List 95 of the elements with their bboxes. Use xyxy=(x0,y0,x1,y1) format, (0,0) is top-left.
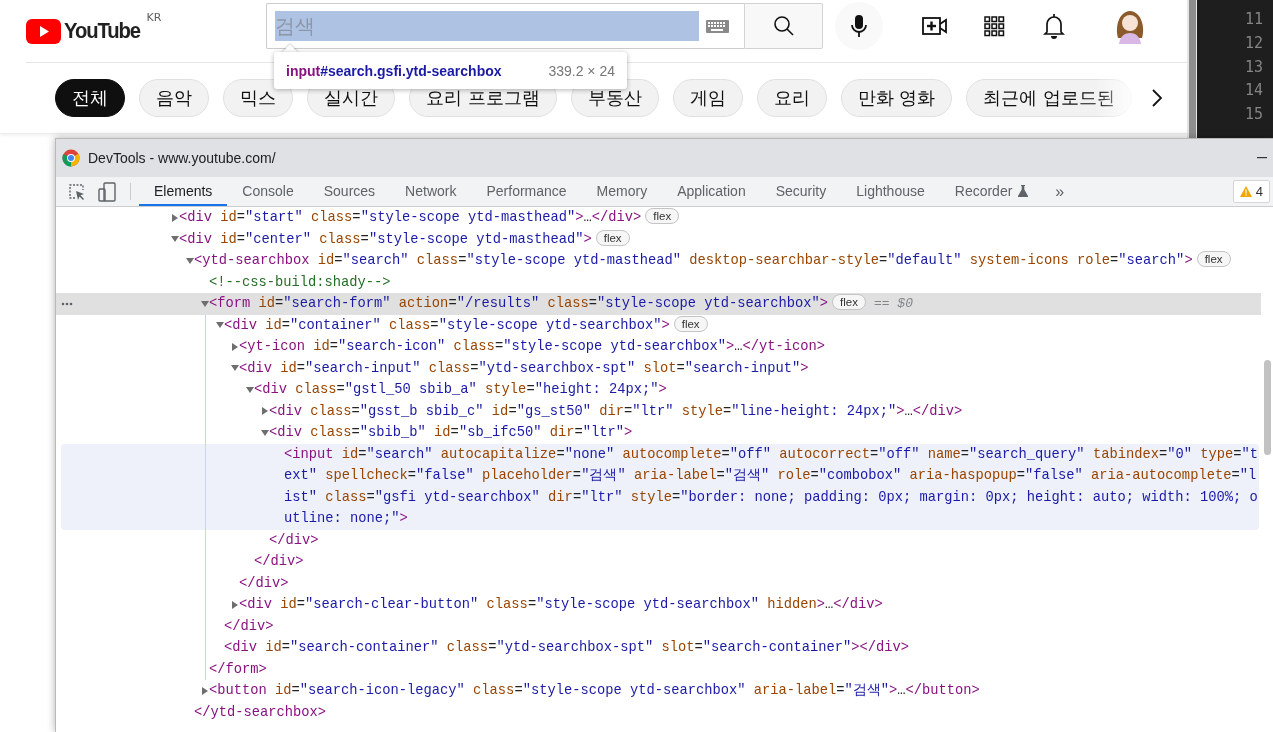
node-markup: <form id="search-form" action="/results" class="style-scope ytd-searchbox"> xyxy=(209,296,828,311)
warning-icon xyxy=(1239,186,1252,197)
closing-tag: </div> xyxy=(239,575,289,591)
node-markup: <input id="search" autocapitalize="none" autocomplete="off" autocorrect="off" name="search_query" tabindex="0" type="text" spellcheck="false" placeholder="검색" aria-label="검색" role="combobox" aria-haspopup="false" aria-autocomplete="list" class="gsfi ytd-searchbox" dir="ltr" style="border: none; padding: 0px; margin: 0px; height: auto; width: 100%; outline: none;"> xyxy=(284,446,1258,526)
flex-badge[interactable]: flex xyxy=(595,229,630,246)
country-code: KR xyxy=(146,11,162,24)
devtools-tab[interactable]: Security xyxy=(760,177,842,206)
tree-row[interactable]: <div id="center" class="style-scope ytd-masthead"> flex xyxy=(56,228,1261,250)
category-chip[interactable]: 최근에 업로드된 xyxy=(966,79,1133,117)
node-markup: <div class="gsst_b sbib_c" id="gs_st50" dir="ltr" style="line-height: 24px;">…</div> xyxy=(269,403,963,419)
expanded-triangle-icon[interactable] xyxy=(231,364,239,373)
minimize-icon[interactable] xyxy=(1257,157,1267,159)
collapsed-triangle-icon[interactable] xyxy=(231,600,239,609)
category-chip[interactable]: 요리 xyxy=(756,79,827,117)
devtools-tab[interactable]: Memory xyxy=(581,177,663,206)
flask-icon xyxy=(1018,184,1029,197)
devices-icon xyxy=(98,181,118,202)
closing-tag: </form> xyxy=(209,661,267,677)
node-markup: <ytd-searchbox id="search" class="style-scope ytd-masthead" desktop-searchbar-style="default" system-icons role="search"> xyxy=(194,253,1193,268)
search-icon xyxy=(771,14,796,38)
node-markup: <div id="start" class="style-scope ytd-masthead">…</div> xyxy=(179,210,642,225)
devtools-tab[interactable]: Lighthouse xyxy=(841,177,940,206)
node-markup: <button id="search-icon-legacy" class="style-scope ytd-searchbox" aria-label="검색">…</button> xyxy=(209,683,980,698)
expanded-triangle-icon[interactable] xyxy=(246,385,254,394)
node-markup: <div id="search-input" class="ytd-searchbox-spt" slot="search-input"> xyxy=(239,360,809,376)
devtools-tab[interactable]: Application xyxy=(662,177,761,206)
node-markup: <div id="center" class="style-scope ytd-masthead"> xyxy=(179,231,592,247)
window-title: DevTools - www.youtube.com/ xyxy=(88,150,276,166)
warnings-counter[interactable]: 4 xyxy=(1232,180,1270,203)
closing-tag: </div> xyxy=(224,618,274,634)
expanded-triangle-icon[interactable] xyxy=(261,428,269,437)
closing-tag: </ytd-searchbox> xyxy=(194,704,327,720)
console-reference: == $0 xyxy=(873,296,913,311)
devtools-tab[interactable]: Elements xyxy=(139,177,228,206)
flex-badge[interactable]: flex xyxy=(832,294,866,310)
category-chip[interactable]: 만화 영화 xyxy=(840,79,953,117)
voice-search-button[interactable] xyxy=(835,2,883,50)
chevron-right-icon[interactable] xyxy=(1152,89,1162,107)
category-chip[interactable]: 게임 xyxy=(672,79,743,117)
collapsed-triangle-icon[interactable] xyxy=(171,213,179,222)
tree-row[interactable]: <!--css-build:shady--> xyxy=(56,271,1261,293)
category-chip[interactable]: 음악 xyxy=(139,79,209,117)
devtools-tab[interactable]: Sources xyxy=(308,177,391,206)
video-camera-plus-icon xyxy=(922,16,948,36)
tree-row[interactable] xyxy=(61,443,1259,530)
tree-row[interactable]: <button id="search-icon-legacy" class="style-scope ytd-searchbox" aria-label="검색">…</button> xyxy=(56,680,1261,702)
element-selector: input#search.gsfi.ytd-searchbox xyxy=(286,62,502,79)
grid-icon xyxy=(983,15,1005,37)
node-markup: <div class="gstl_50 sbib_a" style="height: 24px;"> xyxy=(254,382,667,397)
node-markup: <div id="search-clear-button" class="style-scope ytd-searchbox" hidden>…</div> xyxy=(239,597,883,612)
logo-text[interactable]: YouTube xyxy=(64,18,140,44)
play-logo-icon xyxy=(26,18,61,44)
devtools-tab[interactable]: Recorder xyxy=(939,177,1044,206)
category-chip[interactable]: 믹스 xyxy=(223,79,293,117)
closing-tag: </div> xyxy=(254,554,304,569)
flex-badge[interactable]: flex xyxy=(1196,251,1231,267)
node-markup: <yt-icon id="search-icon" class="style-scope ytd-searchbox">…</yt-icon> xyxy=(239,339,825,354)
element-size: 339.2 × 24 xyxy=(548,62,615,79)
scrollbar-thumb[interactable] xyxy=(1263,360,1271,455)
search-button[interactable] xyxy=(744,3,823,49)
microphone-icon xyxy=(851,14,867,38)
expanded-triangle-icon[interactable] xyxy=(171,235,179,244)
keyboard-icon xyxy=(706,19,729,33)
line-number: 14 xyxy=(1244,80,1263,102)
tree-row[interactable]: <div id="start" class="style-scope ytd-masthead">…</div> flex xyxy=(56,207,1261,229)
node-markup: <div class="sbib_b" id="sb_ifc50" dir="ltr"> xyxy=(269,425,633,440)
search-field[interactable]: 검색 xyxy=(266,3,744,49)
node-markup: <!--css-build:shady--> xyxy=(209,274,391,290)
line-number: 13 xyxy=(1244,56,1263,78)
expanded-triangle-icon[interactable] xyxy=(186,256,194,265)
devtools-tab[interactable]: Console xyxy=(227,177,309,206)
expanded-triangle-icon[interactable] xyxy=(201,299,209,308)
node-markup: <div id="search-container" class="ytd-searchbox-spt" slot="search-container"></div> xyxy=(224,640,910,655)
closing-tag: </div> xyxy=(269,532,319,548)
node-markup: <div id="container" class="style-scope ytd-searchbox"> xyxy=(224,317,670,333)
expanded-triangle-icon[interactable] xyxy=(216,321,224,330)
more-options-icon xyxy=(61,301,73,306)
devtools-tab[interactable]: Network xyxy=(390,177,472,206)
collapsed-triangle-icon[interactable] xyxy=(231,342,239,351)
scrollbar-thumb[interactable] xyxy=(1188,0,1196,140)
collapsed-triangle-icon[interactable] xyxy=(201,686,209,695)
flex-badge[interactable]: flex xyxy=(673,315,708,332)
line-number: 12 xyxy=(1244,32,1263,54)
chrome-logo-icon xyxy=(62,149,80,167)
line-number: 11 xyxy=(1244,9,1263,30)
line-number: 15 xyxy=(1244,104,1263,125)
tree-row[interactable]: <ytd-searchbox id="search" class="style-scope ytd-masthead" desktop-searchbar-style="default" system-icons role="search"> flex xyxy=(56,250,1261,272)
tree-row[interactable]: <form id="search-form" action="/results" class="style-scope ytd-searchbox"> flex == $0 xyxy=(56,293,1261,315)
category-chip[interactable]: 전체 xyxy=(55,79,125,117)
flex-badge[interactable]: flex xyxy=(645,208,680,224)
collapsed-triangle-icon[interactable] xyxy=(261,407,269,416)
devtools-tab[interactable]: Performance xyxy=(471,177,582,206)
bell-icon xyxy=(1043,13,1065,39)
cursor-in-box-icon xyxy=(68,182,86,201)
more-tabs-button[interactable]: » xyxy=(1043,177,1077,206)
